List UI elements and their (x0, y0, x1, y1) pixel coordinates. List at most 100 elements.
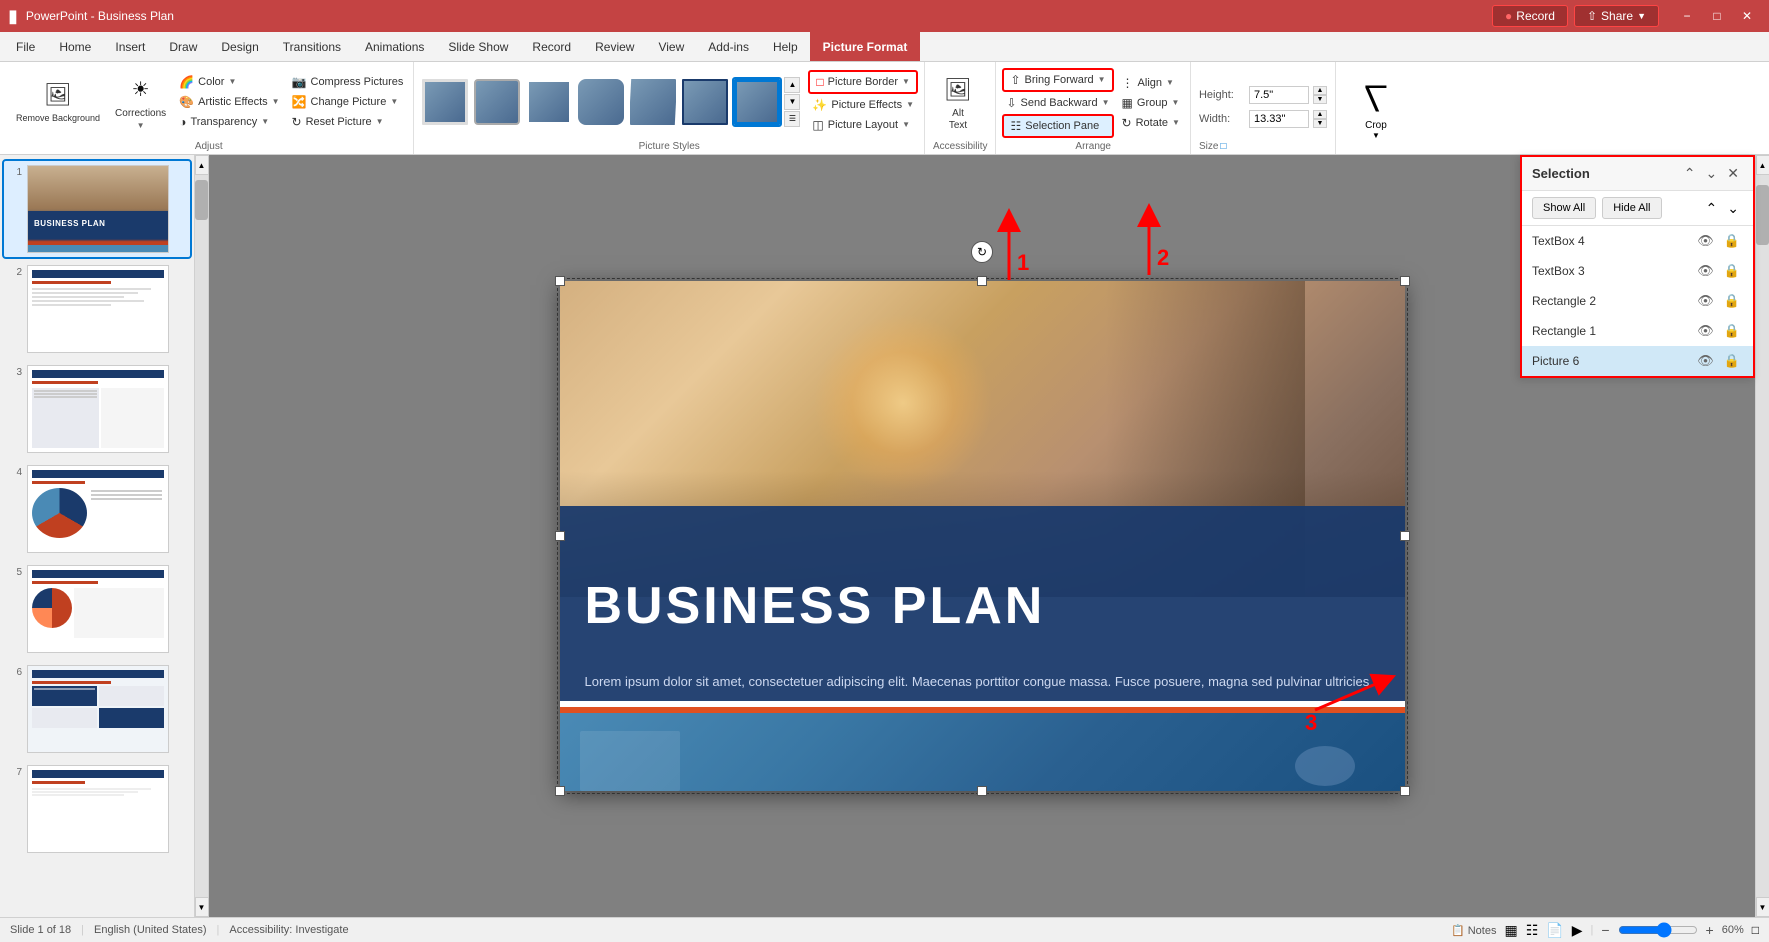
pic-style-4[interactable] (576, 77, 626, 127)
tab-draw[interactable]: Draw (157, 32, 209, 61)
color-button[interactable]: 🌈 Color ▼ (175, 73, 283, 91)
tab-picture-format[interactable]: Picture Format (810, 32, 921, 61)
pic-style-2[interactable] (472, 77, 522, 127)
view-presenter-button[interactable]: ▶ (1572, 922, 1583, 939)
handle-br[interactable] (1400, 786, 1410, 796)
styles-scroll-down[interactable]: ▼ (784, 94, 800, 110)
handle-bl[interactable] (555, 786, 565, 796)
view-slide-sorter-button[interactable]: ☷ (1526, 922, 1539, 939)
show-all-button[interactable]: Show All (1532, 197, 1596, 219)
sp-eye-picture6[interactable]: 👁 (1694, 352, 1717, 370)
record-button[interactable]: ● Record (1492, 5, 1568, 27)
slide-thumb-5[interactable]: 5 (4, 561, 190, 657)
sp-eye-textbox4[interactable]: 👁 (1694, 232, 1717, 250)
handle-tr[interactable] (1400, 276, 1410, 286)
notes-button[interactable]: 📋 Notes (1451, 924, 1497, 937)
tab-slideshow[interactable]: Slide Show (436, 32, 520, 61)
language-button[interactable]: English (United States) (94, 924, 207, 936)
slide-canvas[interactable]: BUSINESS PLAN Lorem ipsum dolor sit amet… (560, 281, 1405, 791)
handle-tl[interactable] (555, 276, 565, 286)
sp-lock-picture6[interactable]: 🔒 (1721, 352, 1743, 370)
restore-button[interactable]: □ (1703, 5, 1731, 27)
selection-pane-button[interactable]: ☷ Selection Pane (1002, 114, 1113, 138)
tab-file[interactable]: File (4, 32, 47, 61)
share-button[interactable]: ⇧ Share ▼ (1574, 5, 1659, 27)
compress-pictures-button[interactable]: 📷 Compress Pictures (288, 73, 408, 91)
pic-style-6[interactable] (680, 77, 730, 127)
sp-eye-rectangle1[interactable]: 👁 (1694, 322, 1717, 340)
slide-thumb-6[interactable]: 6 (4, 661, 190, 757)
sp-order-down[interactable]: ⌄ (1723, 197, 1743, 219)
sp-order-up[interactable]: ⌃ (1702, 197, 1722, 219)
change-picture-button[interactable]: 🔀 Change Picture ▼ (288, 93, 408, 111)
selection-pane-collapse-button[interactable]: ⌃ (1680, 163, 1700, 184)
slide-thumb-4[interactable]: 4 (4, 461, 190, 557)
minimize-button[interactable]: − (1673, 5, 1701, 27)
slide-thumb-7[interactable]: 7 (4, 761, 190, 857)
group-button[interactable]: ▦ Group ▼ (1118, 94, 1184, 112)
zoom-slider[interactable] (1618, 922, 1698, 938)
slide-thumb-1[interactable]: 1 BUSINESS PLAN (4, 161, 190, 257)
sp-eye-textbox3[interactable]: 👁 (1694, 262, 1717, 280)
transparency-button[interactable]: ◑ Transparency ▼ (175, 113, 283, 131)
tab-transitions[interactable]: Transitions (271, 32, 353, 61)
pic-style-5[interactable] (628, 77, 678, 127)
canvas-scroll-down[interactable]: ▼ (1756, 897, 1769, 917)
close-button[interactable]: ✕ (1733, 5, 1761, 27)
alt-text-button[interactable]: 🖼 AltText (933, 70, 983, 136)
slide-thumb-2[interactable]: 2 (4, 261, 190, 357)
sp-lock-textbox4[interactable]: 🔒 (1721, 232, 1743, 250)
styles-scroll-up[interactable]: ▲ (784, 77, 800, 93)
corrections-button[interactable]: ☀ Corrections ▼ (110, 71, 171, 133)
width-down-button[interactable]: ▼ (1313, 119, 1327, 128)
tab-review[interactable]: Review (583, 32, 646, 61)
remove-background-button[interactable]: 🖼 Remove Background (10, 75, 106, 128)
width-up-button[interactable]: ▲ (1313, 110, 1327, 119)
canvas-scrollbar-v[interactable]: ▲ ▼ (1755, 155, 1769, 917)
view-normal-button[interactable]: ▦ (1504, 922, 1517, 939)
height-up-button[interactable]: ▲ (1313, 86, 1327, 95)
artistic-effects-button[interactable]: 🎨 Artistic Effects ▼ (175, 93, 283, 111)
selection-pane-close-button[interactable]: ✕ (1723, 163, 1743, 184)
crop-button[interactable]: ⎲ Crop ▼ (1346, 70, 1406, 146)
tab-addins[interactable]: Add-ins (696, 32, 761, 61)
tab-design[interactable]: Design (209, 32, 270, 61)
fit-slide-button[interactable]: □ (1752, 923, 1759, 937)
picture-border-button[interactable]: □ Picture Border ▼ (808, 70, 918, 94)
pic-style-3[interactable] (524, 77, 574, 127)
sp-item-textbox4[interactable]: TextBox 4 👁 🔒 (1522, 226, 1753, 256)
sp-item-rectangle1[interactable]: Rectangle 1 👁 🔒 (1522, 316, 1753, 346)
scroll-up-button[interactable]: ▲ (195, 155, 209, 175)
tab-insert[interactable]: Insert (103, 32, 157, 61)
reset-picture-button[interactable]: ↻ Reset Picture ▼ (288, 113, 408, 131)
scroll-down-button[interactable]: ▼ (195, 897, 209, 917)
send-backward-button[interactable]: ⇩ Send Backward ▼ (1002, 94, 1113, 112)
tab-animations[interactable]: Animations (353, 32, 436, 61)
pic-style-scroll[interactable]: ▲ ▼ ☰ (784, 77, 800, 127)
tab-help[interactable]: Help (761, 32, 810, 61)
sp-lock-textbox3[interactable]: 🔒 (1721, 262, 1743, 280)
picture-effects-button[interactable]: ✨ Picture Effects ▼ (808, 96, 918, 114)
canvas-scroll-up[interactable]: ▲ (1756, 155, 1769, 175)
pic-style-7[interactable] (732, 77, 782, 127)
picture-layout-button[interactable]: ◫ Picture Layout ▼ (808, 116, 918, 134)
rotate-button[interactable]: ↻ Rotate ▼ (1118, 114, 1184, 132)
styles-scroll-more[interactable]: ☰ (784, 111, 800, 127)
slide-panel-scrollbar[interactable]: ▲ ▼ (195, 155, 209, 917)
selection-pane-expand-button[interactable]: ⌄ (1702, 163, 1722, 184)
tab-record[interactable]: Record (520, 32, 583, 61)
tab-view[interactable]: View (646, 32, 696, 61)
sp-lock-rectangle1[interactable]: 🔒 (1721, 322, 1743, 340)
handle-mr[interactable] (1400, 531, 1410, 541)
tab-home[interactable]: Home (47, 32, 103, 61)
sp-eye-rectangle2[interactable]: 👁 (1694, 292, 1717, 310)
bring-forward-button[interactable]: ⇧ Bring Forward ▼ (1002, 68, 1113, 92)
view-reading-button[interactable]: 📄 (1546, 922, 1563, 939)
height-input[interactable] (1249, 86, 1309, 104)
accessibility-button[interactable]: Accessibility: Investigate (229, 924, 348, 936)
hide-all-button[interactable]: Hide All (1602, 197, 1661, 219)
sp-item-rectangle2[interactable]: Rectangle 2 👁 🔒 (1522, 286, 1753, 316)
height-down-button[interactable]: ▼ (1313, 95, 1327, 104)
handle-bm[interactable] (977, 786, 987, 796)
sp-lock-rectangle2[interactable]: 🔒 (1721, 292, 1743, 310)
